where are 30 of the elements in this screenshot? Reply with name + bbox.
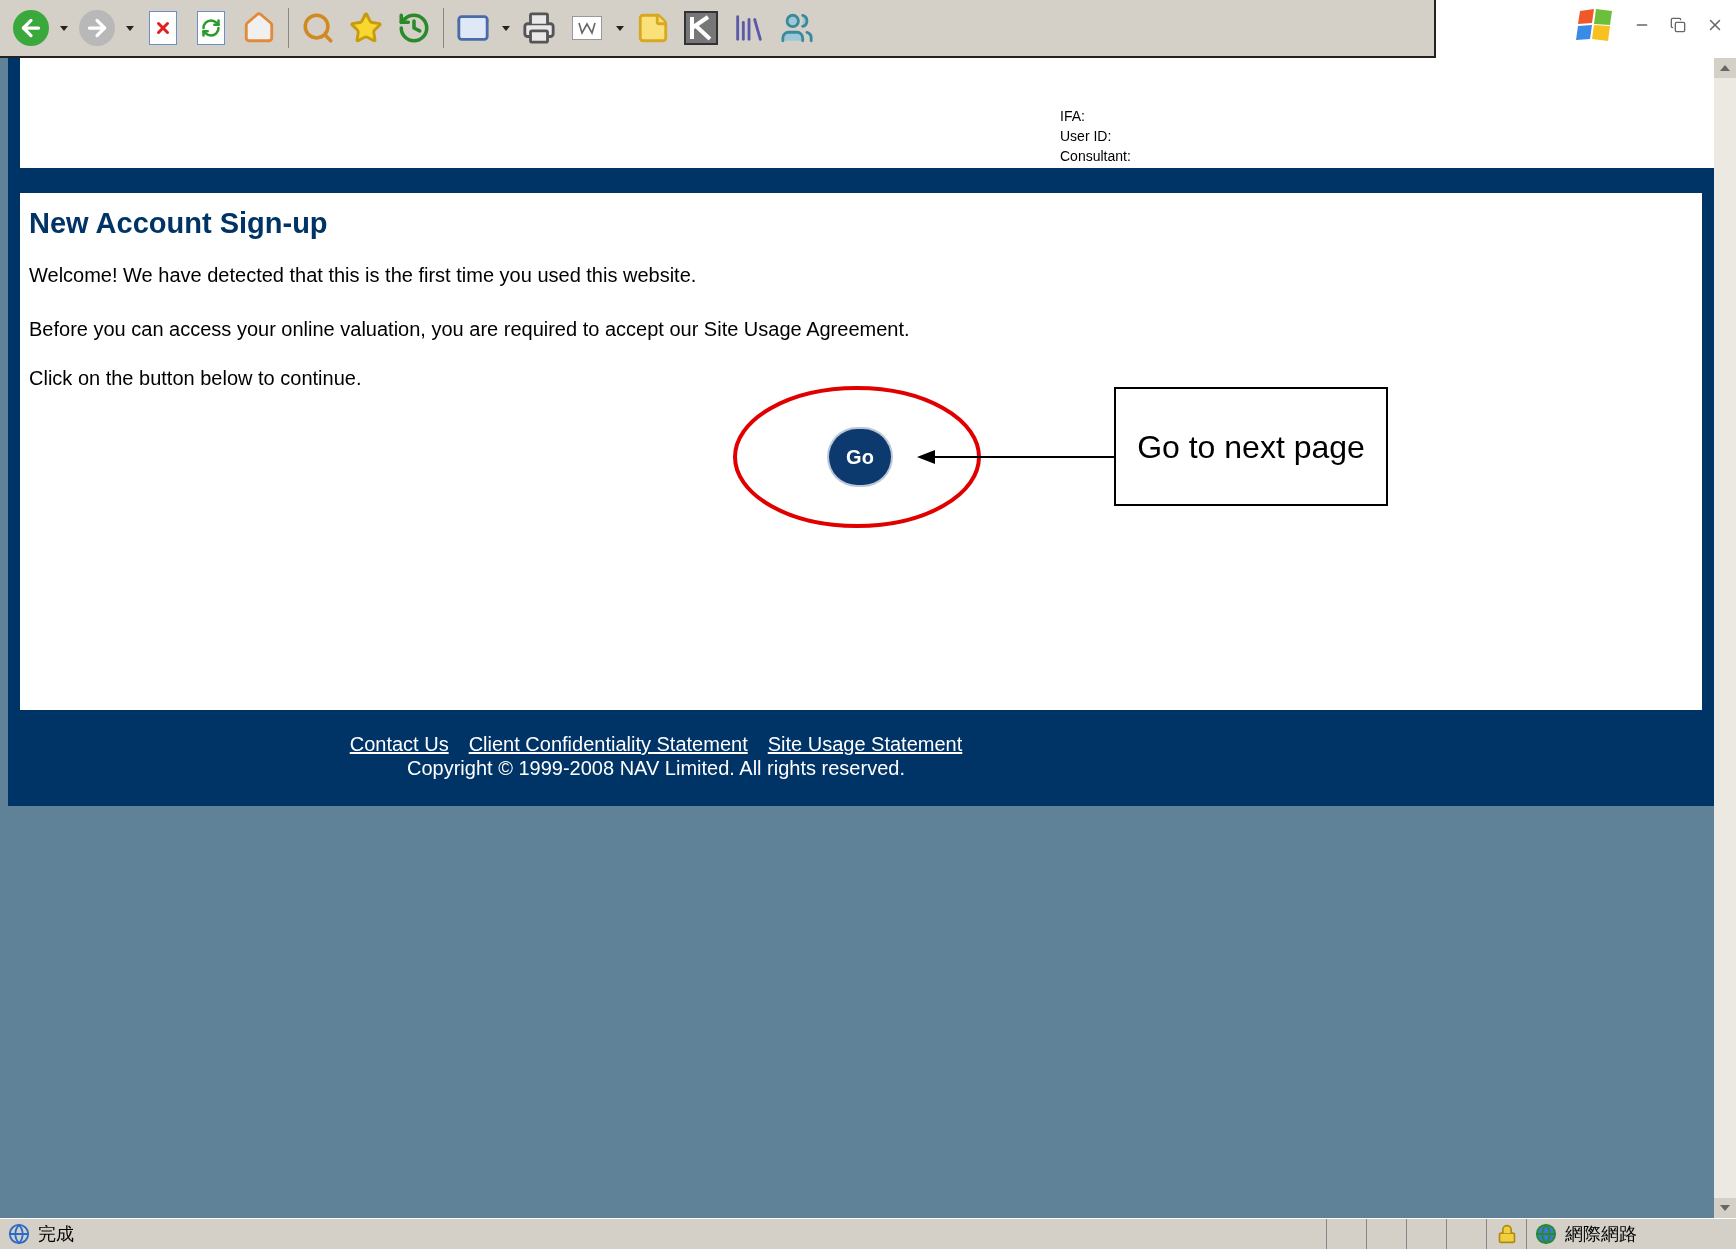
zone-text: 網際網路	[1565, 1222, 1637, 1246]
lock-icon	[1496, 1224, 1517, 1244]
header-label: IFA:	[1060, 107, 1086, 126]
paragraph: Welcome! We have detected that this is the first time you used this website.	[29, 263, 698, 288]
footer-link[interactable]: Client Confidentiality Statement	[468, 732, 748, 756]
status-text: 完成	[38, 1222, 75, 1246]
footer-link[interactable]: Site Usage Statement	[767, 732, 963, 756]
caret-icon[interactable]	[126, 25, 134, 31]
header-label: User ID:	[1060, 127, 1113, 146]
restore-icon[interactable]	[1670, 17, 1686, 33]
globe-icon	[1535, 1223, 1557, 1245]
copyright-text: Copyright © 1999-2008 NAV Limited. All rights reserved.	[407, 756, 905, 780]
scrollbar[interactable]	[1714, 58, 1736, 1218]
callout-text: Go to next page	[1137, 427, 1365, 467]
paragraph: Click on the button below to continue.	[29, 366, 363, 391]
paragraph: Before you can access your online valuation, you are required to accept our Site Usage Agreement.	[29, 317, 911, 342]
printer-icon[interactable]	[520, 9, 558, 47]
page-title: New Account Sign-up	[29, 206, 329, 241]
scroll-down-icon[interactable]	[1714, 1198, 1736, 1218]
footer-link[interactable]: Contact Us	[349, 732, 449, 756]
page-icon	[8, 1223, 30, 1245]
caret-icon[interactable]	[616, 25, 624, 31]
scroll-up-icon[interactable]	[1714, 58, 1736, 78]
go-button[interactable]: Go	[829, 429, 891, 485]
windows-logo-icon	[1576, 7, 1614, 43]
forward-icon[interactable]	[78, 9, 116, 47]
caret-icon[interactable]	[502, 25, 510, 31]
caret-icon[interactable]	[60, 25, 68, 31]
header-label: Consultant:	[1060, 147, 1132, 166]
back-icon[interactable]	[12, 9, 50, 47]
